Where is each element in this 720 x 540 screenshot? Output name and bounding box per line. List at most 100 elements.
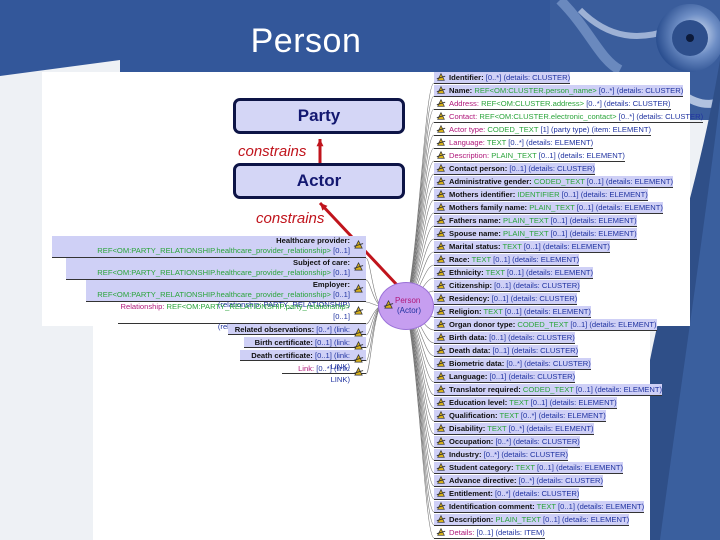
right-node-item[interactable]: Ethnicity: TEXT [0..1] (details: ELEMENT…	[434, 267, 594, 279]
right-node-item[interactable]: Address: REF<OM:CLUSTER.address> [0..*] …	[434, 98, 671, 110]
node-details: [0..1] (details: ELEMENT)	[507, 268, 594, 277]
right-node-item[interactable]: Actor type: CODED_TEXT [1] (party type) …	[434, 124, 652, 136]
compass-icon	[436, 215, 446, 224]
node-label: Race:	[449, 255, 470, 264]
node-label: Details:	[449, 528, 475, 537]
node-label: Ethnicity:	[449, 268, 484, 277]
compass-icon	[436, 124, 446, 133]
node-details: [0..1] (details: CLUSTER)	[489, 372, 576, 381]
right-node-item[interactable]: Occupation: [0..*] (details: CLUSTER)	[434, 436, 580, 448]
right-node-item[interactable]: Death data: [0..1] (details: CLUSTER)	[434, 345, 579, 357]
node-details: [0..1] (details: ELEMENT)	[530, 398, 617, 407]
node-label: Description:	[449, 151, 490, 160]
right-node-item[interactable]: Organ donor type: CODED_TEXT [0..1] (det…	[434, 319, 657, 331]
right-node-item[interactable]: Advance directive: [0..*] (details: CLUS…	[434, 475, 604, 487]
compass-icon	[436, 98, 446, 107]
node-type: PLAIN_TEXT	[503, 216, 549, 225]
node-type: REF<OM:PARTY_RELATIONSHIP.party_relation…	[166, 302, 350, 311]
compass-icon	[436, 176, 446, 185]
person-center-node[interactable]: Person (Actor)	[378, 282, 434, 330]
node-type: TEXT	[471, 255, 491, 264]
right-node-item[interactable]: Language: TEXT [0..*] (details: ELEMENT)	[434, 137, 594, 149]
party-box: Party	[233, 98, 405, 134]
right-node-item[interactable]: Disability: TEXT [0..*] (details: ELEMEN…	[434, 423, 594, 435]
left-node-item[interactable]: Relationship: REF<OM:PARTY_RELATIONSHIP.…	[118, 302, 366, 331]
right-node-item[interactable]: Language: [0..1] (details: CLUSTER)	[434, 371, 576, 383]
right-node-item[interactable]: Fathers name: PLAIN_TEXT [0..1] (details…	[434, 215, 637, 227]
left-node-item[interactable]: Related observations: [0..*] (link: LINK…	[228, 324, 366, 345]
node-details: [0..1] (details: ELEMENT)	[538, 151, 625, 160]
left-node-item[interactable]: Link: [0..*] (link: LINK)	[282, 363, 366, 384]
right-node-item[interactable]: Entitlement: [0..*] (details: CLUSTER)	[434, 488, 580, 500]
right-node-item[interactable]: Industry: [0..*] (details: CLUSTER)	[434, 449, 569, 461]
right-node-item[interactable]: Spouse name: PLAIN_TEXT [0..1] (details:…	[434, 228, 637, 240]
node-label: Marital status:	[449, 242, 501, 251]
right-node-item[interactable]: Mothers identifier: IDENTIFIER [0..1] (d…	[434, 189, 648, 201]
node-label: Residency:	[449, 294, 490, 303]
right-node-item[interactable]: Identification comment: TEXT [0..1] (det…	[434, 501, 645, 513]
compass-icon	[436, 163, 446, 172]
node-details: [0..1]	[333, 312, 350, 321]
right-node-item[interactable]: Identifier: [0..*] (details: CLUSTER)	[434, 72, 571, 84]
constrains-label-party: constrains	[238, 143, 307, 160]
right-node-item[interactable]: Student category: TEXT [0..1] (details: …	[434, 462, 624, 474]
node-label: Religion:	[449, 307, 482, 316]
right-node-item[interactable]: Description: PLAIN_TEXT [0..1] (details:…	[434, 150, 625, 162]
right-node-item[interactable]: Translator required: CODED_TEXT [0..1] (…	[434, 384, 663, 396]
compass-icon	[436, 410, 446, 419]
right-node-item[interactable]: Residency: [0..1] (details: CLUSTER)	[434, 293, 578, 305]
right-node-item[interactable]: Details: [0..1] (details: ITEM)	[434, 527, 545, 539]
compass-icon	[436, 449, 446, 458]
node-details: [0..1] (details: ELEMENT)	[523, 242, 610, 251]
node-type: REF<OM:PARTY_RELATIONSHIP.healthcare_pro…	[97, 268, 331, 277]
compass-icon	[436, 527, 446, 536]
right-node-item[interactable]: Administrative gender: CODED_TEXT [0..1]…	[434, 176, 673, 188]
node-details: [0..*] (details: CLUSTER)	[483, 450, 569, 459]
compass-icon	[436, 358, 446, 367]
node-type: TEXT	[483, 307, 503, 316]
right-node-item[interactable]: Contact: REF<OM:CLUSTER.electronic_conta…	[434, 111, 704, 123]
right-node-item[interactable]: Name: REF<OM:CLUSTER.person_name> [0..*]…	[434, 85, 684, 97]
node-label: Employer:	[312, 280, 350, 289]
compass-icon	[436, 85, 446, 94]
node-details: [0..1] (details: ELEMENT)	[561, 190, 648, 199]
node-label: Organ donor type:	[449, 320, 516, 329]
right-node-item[interactable]: Education level: TEXT [0..1] (details: E…	[434, 397, 617, 409]
node-details: [0..*] (details: CLUSTER)	[618, 112, 704, 121]
node-label: Description:	[449, 515, 494, 524]
node-type: PLAIN_TEXT	[491, 151, 537, 160]
left-node-item[interactable]: Employer: REF<OM:PARTY_RELATIONSHIP.heal…	[86, 280, 366, 309]
compass-icon	[436, 267, 446, 276]
node-label: Citizenship:	[449, 281, 493, 290]
node-type: TEXT	[502, 242, 522, 251]
left-node-item[interactable]: Birth certificate: [0..1] (link: LINK)	[244, 337, 366, 358]
node-details: [0..*] (details: CLUSTER)	[495, 437, 580, 446]
node-label: Industry:	[449, 450, 482, 459]
right-node-item[interactable]: Description: PLAIN_TEXT [0..1] (details:…	[434, 514, 630, 526]
compass-icon	[436, 280, 446, 289]
right-node-item[interactable]: Marital status: TEXT [0..1] (details: EL…	[434, 241, 610, 253]
node-details: [0..1] (details: CLUSTER)	[494, 281, 580, 290]
compass-icon	[436, 293, 446, 302]
slide-title: Person	[250, 22, 362, 60]
compass-icon	[436, 228, 446, 237]
node-label: Administrative gender:	[449, 177, 532, 186]
compass-icon	[436, 345, 446, 354]
left-node-item[interactable]: Healthcare provider: REF<OM:PARTY_RELATI…	[52, 236, 366, 265]
left-node-item[interactable]: Death certificate: [0..1] (link: LINK)	[240, 350, 366, 371]
center-subtitle: (Actor)	[397, 306, 421, 315]
node-details: [0..1] (details: ELEMENT)	[504, 307, 591, 316]
node-label: Education level:	[449, 398, 508, 407]
node-type: TEXT	[486, 138, 507, 147]
right-node-item[interactable]: Biometric data: [0..*] (details: CLUSTER…	[434, 358, 591, 370]
right-node-item[interactable]: Race: TEXT [0..1] (details: ELEMENT)	[434, 254, 580, 266]
right-node-item[interactable]: Religion: TEXT [0..1] (details: ELEMENT)	[434, 306, 591, 318]
node-type: REF<OM:PARTY_RELATIONSHIP.healthcare_pro…	[97, 246, 331, 255]
right-node-item[interactable]: Birth data: [0..1] (details: CLUSTER)	[434, 332, 575, 344]
left-node-item[interactable]: Subject of care: REF<OM:PARTY_RELATIONSH…	[66, 258, 366, 287]
node-details: [0..*] (details: CLUSTER)	[586, 99, 671, 108]
right-node-item[interactable]: Contact person: [0..1] (details: CLUSTER…	[434, 163, 596, 175]
right-node-item[interactable]: Citizenship: [0..1] (details: CLUSTER)	[434, 280, 580, 292]
right-node-item[interactable]: Qualification: TEXT [0..*] (details: ELE…	[434, 410, 606, 422]
right-node-item[interactable]: Mothers family name: PLAIN_TEXT [0..1] (…	[434, 202, 663, 214]
